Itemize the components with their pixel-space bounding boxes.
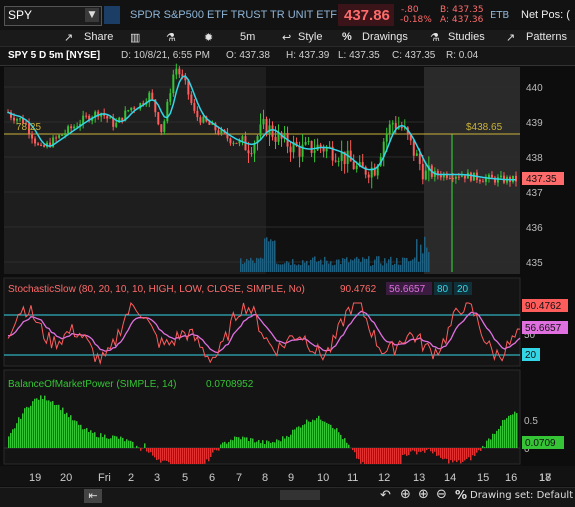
- time-tick: 9: [288, 472, 294, 484]
- level-price-label: $438.65: [466, 122, 503, 133]
- drawings-percent-icon[interactable]: %: [455, 488, 467, 502]
- stoch-d-badge: 56.6657: [525, 323, 562, 334]
- stoch-label[interactable]: StochasticSlow (80, 20, 10, 10, HIGH, LO…: [8, 284, 305, 295]
- bop-value: 0.0708952: [206, 379, 254, 390]
- zoom-out-icon[interactable]: ⊖: [436, 487, 447, 502]
- time-tick: 2: [128, 472, 134, 484]
- time-tick: 8: [262, 472, 268, 484]
- stoch-k-value: 90.4762: [340, 284, 377, 295]
- zoom-in-icon[interactable]: ⊕: [418, 487, 429, 502]
- time-tick: 5: [182, 472, 188, 484]
- scroll-start-icon[interactable]: ⇤: [84, 489, 102, 503]
- time-tick: 3: [154, 472, 160, 484]
- time-tick: 12: [378, 472, 390, 484]
- price-ytick: 440: [526, 83, 543, 94]
- time-tick: 13: [413, 472, 425, 484]
- stoch-os-value: 20: [457, 284, 469, 295]
- time-tick: 19: [29, 472, 41, 484]
- price-ytick: 436: [526, 223, 543, 234]
- bop-label[interactable]: BalanceOfMarketPower (SIMPLE, 14): [8, 379, 176, 390]
- price-ytick: 437: [526, 188, 543, 199]
- time-tick: Fri: [98, 472, 111, 484]
- current-price-badge: 437.35: [526, 174, 557, 185]
- time-tick: 14: [444, 472, 456, 484]
- price-ytick: 438: [526, 153, 543, 164]
- horizontal-scrollbar[interactable]: [280, 490, 320, 500]
- time-tick: 15: [477, 472, 489, 484]
- time-tick: 10: [317, 472, 329, 484]
- stoch-ob-value: 80: [437, 284, 449, 295]
- time-tick: 20: [60, 472, 72, 484]
- time-tick: 16: [505, 472, 517, 484]
- price-ytick: 435: [526, 258, 543, 269]
- time-tick: 7: [236, 472, 242, 484]
- stoch-os-badge: 20: [525, 350, 537, 361]
- zoom-back-icon[interactable]: ↶: [380, 488, 391, 503]
- chart-canvas[interactable]: 78.25 $438.65 440439438437436435 437.35 …: [0, 0, 575, 506]
- time-tick: 18: [539, 472, 551, 484]
- bop-ytick-05: 0.5: [524, 416, 538, 427]
- zoom-fit-icon[interactable]: ⊕: [400, 487, 411, 502]
- drawing-set-label[interactable]: Drawing set: Default: [470, 490, 573, 501]
- price-ytick: 439: [526, 118, 543, 129]
- bop-badge: 0.0709: [525, 438, 556, 449]
- stoch-k-badge: 90.4762: [525, 301, 562, 312]
- level-left-label: 78.25: [16, 122, 41, 133]
- stoch-d-value: 56.6657: [389, 284, 426, 295]
- time-tick: 11: [347, 472, 358, 484]
- time-tick: 6: [209, 472, 215, 484]
